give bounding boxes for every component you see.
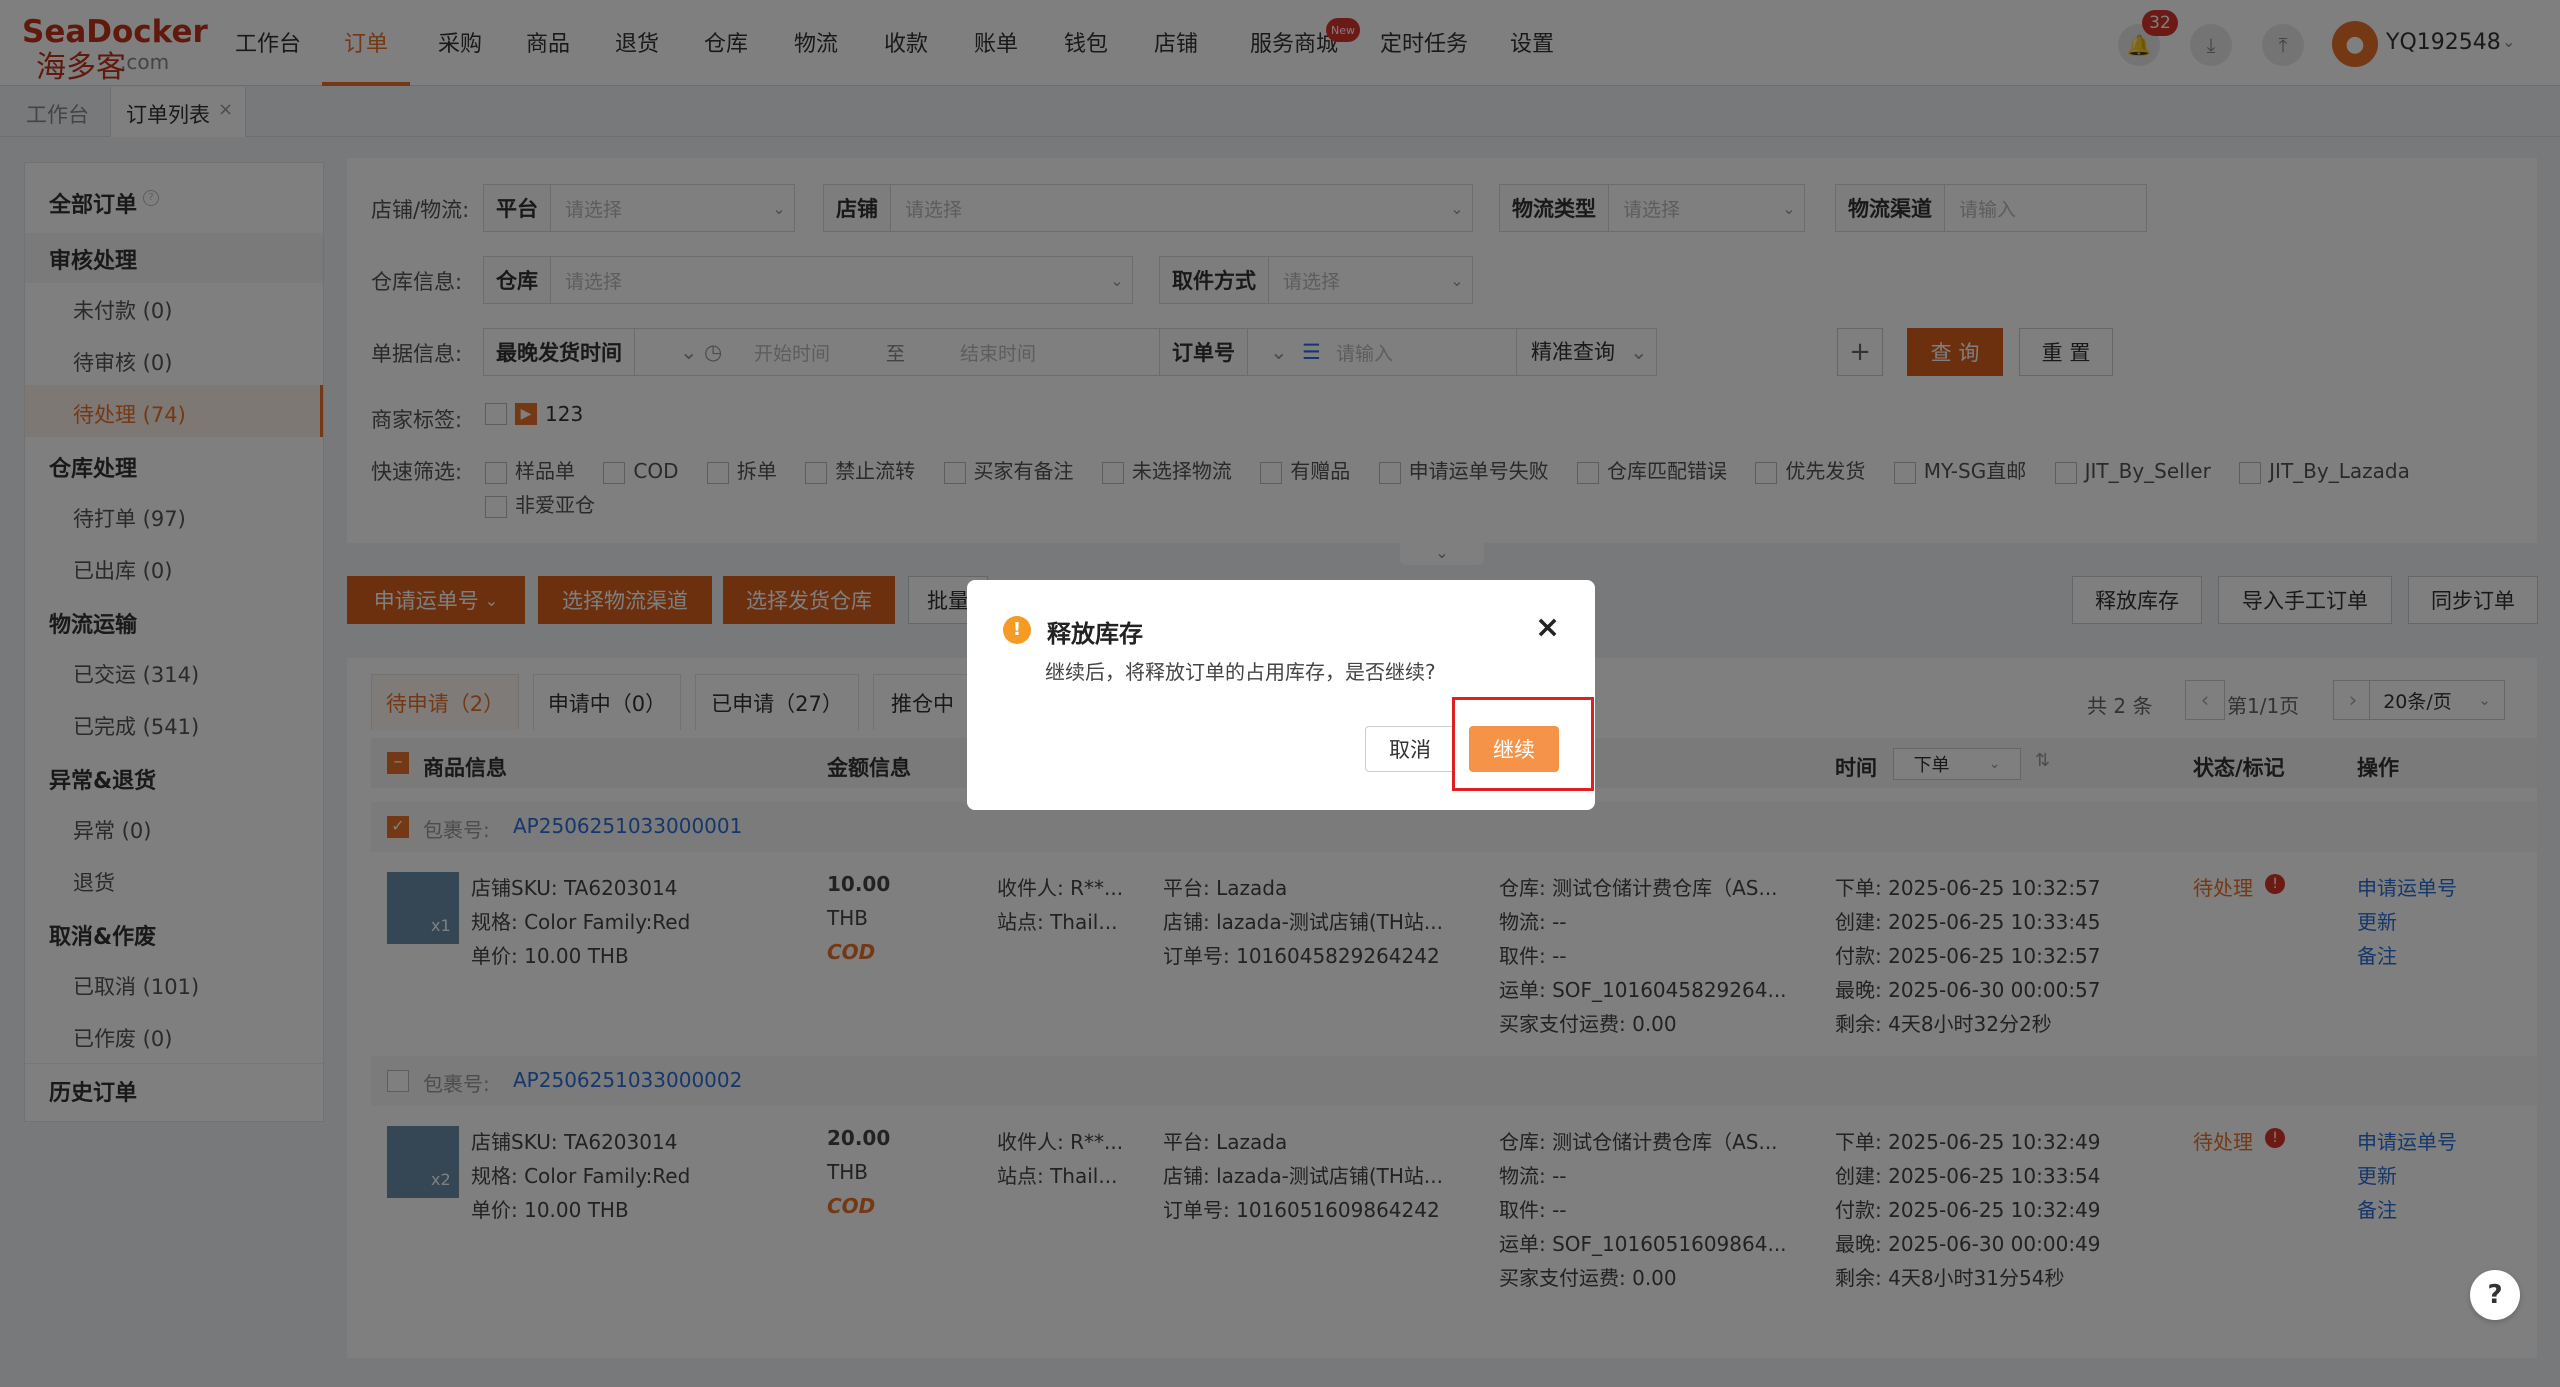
dialog-message: 继续后，将释放订单的占用库存，是否继续? (1045, 660, 1436, 684)
warning-icon: ! (1003, 616, 1031, 644)
highlight-box (1452, 697, 1594, 791)
help-button[interactable]: ? (2470, 1270, 2520, 1320)
close-icon[interactable]: × (1535, 610, 1560, 645)
dialog-title: 释放库存 (1047, 620, 1143, 648)
cancel-button[interactable]: 取消 (1365, 726, 1455, 772)
